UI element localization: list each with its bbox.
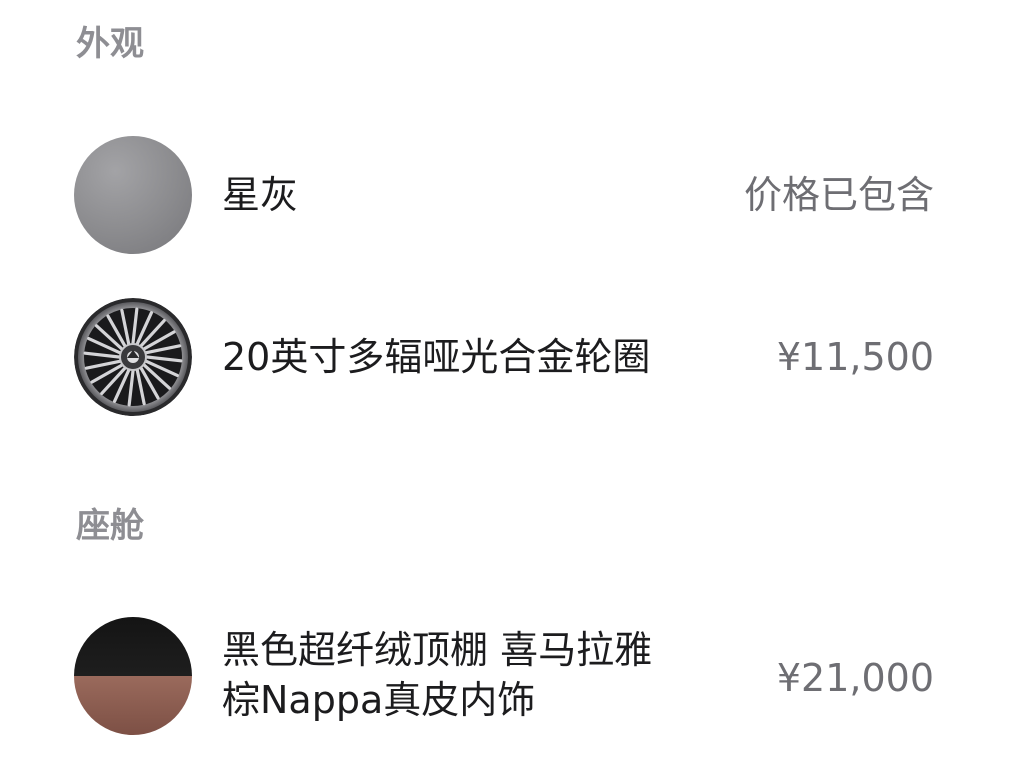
option-name-line-2: 棕Nappa真皮内饰	[222, 678, 536, 722]
option-price: ¥11,500	[776, 335, 934, 379]
section-title-exterior: 外观	[76, 24, 144, 64]
option-name: 20英寸多辐哑光合金轮圈	[222, 335, 651, 379]
option-price: 价格已包含	[743, 173, 934, 217]
option-name: 黑色超纤绒顶棚 喜马拉雅 棕Nappa真皮内饰	[222, 625, 712, 725]
option-row-star-gray[interactable]: 星灰 价格已包含	[0, 136, 1024, 254]
section-title-cabin: 座舱	[76, 506, 144, 546]
option-row-interior[interactable]: 黑色超纤绒顶棚 喜马拉雅 棕Nappa真皮内饰 ¥21,000	[0, 617, 1024, 735]
option-price: ¥21,000	[776, 656, 934, 700]
interior-swatch	[74, 617, 192, 735]
config-summary: 外观 星灰 价格已包含 20英寸多辐哑光合金轮圈 ¥11,500 座舱 黑色超纤…	[0, 0, 1024, 768]
option-name: 星灰	[222, 173, 299, 217]
star-gray-swatch	[74, 136, 192, 254]
wheel-icon	[74, 298, 192, 416]
option-row-wheel[interactable]: 20英寸多辐哑光合金轮圈 ¥11,500	[0, 298, 1024, 416]
option-name-line-1: 黑色超纤绒顶棚 喜马拉雅	[222, 628, 653, 672]
